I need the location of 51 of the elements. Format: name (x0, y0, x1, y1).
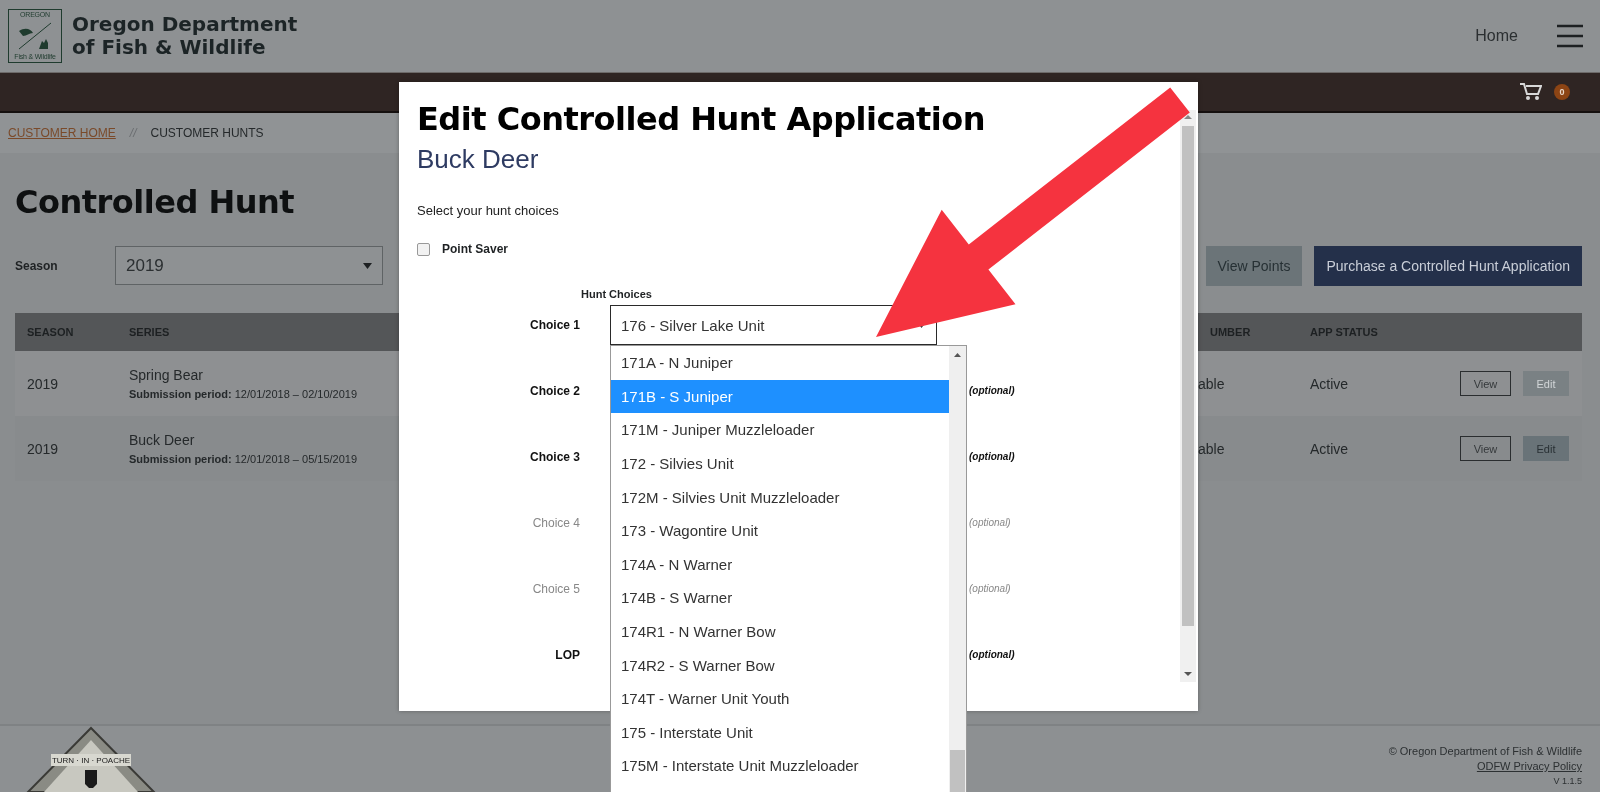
checkbox-label: Point Saver (442, 242, 509, 256)
point-saver-checkbox[interactable] (417, 242, 430, 256)
dialog-title: Edit Controlled Hunt Application (417, 100, 987, 138)
choice-label: Choice 2 (529, 383, 580, 400)
purchase-button[interactable]: Purchase a Controlled Hunt Application (1314, 245, 1582, 286)
season-label: Season (15, 258, 59, 273)
choices-heading: Hunt Choices (580, 288, 653, 300)
copyright-text: © Oregon Department of Fish & Wildlife (1388, 744, 1582, 759)
dialog-subtitle: Buck Deer (417, 144, 540, 175)
table-cell-text: able (1198, 440, 1226, 457)
poacher-badge-drawing: TURN · IN · POACHE (26, 726, 156, 792)
submission-period: Submission period: 12/01/2018 – 02/10/2019 (129, 388, 359, 400)
choice-label: Choice 3 (529, 449, 580, 466)
optional-note: (optional) (968, 582, 1012, 596)
view-button[interactable]: View (1460, 436, 1511, 461)
app-status: Active (1310, 375, 1350, 392)
choice-label: Choice 1 (529, 317, 580, 334)
breadcrumb-text: CUSTOMER HUNTS (150, 126, 264, 140)
choice-label: Choice 5 (531, 581, 580, 598)
series-name: Spring Bear (129, 367, 204, 383)
app-status: Active (1310, 440, 1350, 457)
home-link[interactable]: Home (1475, 27, 1518, 45)
instruction-text: Select your hunt choices (417, 203, 560, 218)
brand-title: Oregon Department (72, 13, 298, 36)
column-header: SEASON (26, 325, 75, 340)
table-cell-text: able (1198, 375, 1226, 392)
optional-note: (optional) (968, 516, 1012, 530)
season-select[interactable]: 2019 (115, 246, 383, 285)
series-name: Buck Deer (129, 432, 196, 448)
caret-icon (363, 262, 372, 269)
optional-note: (optional) (968, 648, 1016, 662)
table-cell-text: 2019 (27, 440, 60, 457)
breadcrumb-separator: // (129, 126, 137, 140)
cart-icon[interactable] (1520, 83, 1542, 101)
submission-period: Submission period: 12/01/2018 – 05/15/2019 (129, 453, 359, 465)
choice-label: Choice 4 (531, 515, 580, 532)
scrollbar[interactable] (1180, 110, 1196, 682)
column-header: APP STATUS (1309, 325, 1379, 340)
page-title: Controlled Hunt (15, 183, 295, 221)
brand-title: of Fish & Wildlife (72, 36, 267, 59)
table-cell-text: 2019 (27, 375, 60, 392)
choice-label: LOP (554, 647, 580, 664)
optional-note: (optional) (968, 450, 1016, 464)
menu-icon[interactable] (1556, 24, 1584, 48)
version-text: V 1.1.5 (1553, 775, 1582, 788)
column-header: SERIES (128, 325, 171, 340)
scrollbar[interactable] (949, 346, 966, 792)
privacy-link[interactable]: ODFW Privacy Policy (1476, 759, 1582, 774)
optional-note: (optional) (968, 384, 1016, 398)
cart-count: 0 (1554, 84, 1570, 100)
view-button[interactable]: View (1460, 371, 1511, 396)
